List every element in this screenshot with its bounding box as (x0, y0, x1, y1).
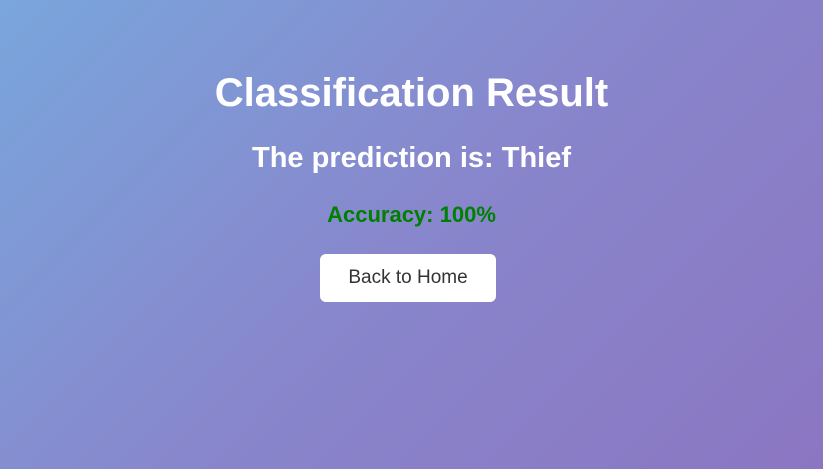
accuracy-label: Accuracy: (327, 202, 434, 227)
page-title: Classification Result (214, 71, 609, 115)
accuracy-text: Accuracy: 100% (0, 202, 823, 228)
prediction-text: The prediction is: Thief (251, 142, 571, 174)
accuracy-value: 100% (439, 202, 496, 227)
back-to-home-button[interactable]: Back to Home (320, 254, 496, 302)
